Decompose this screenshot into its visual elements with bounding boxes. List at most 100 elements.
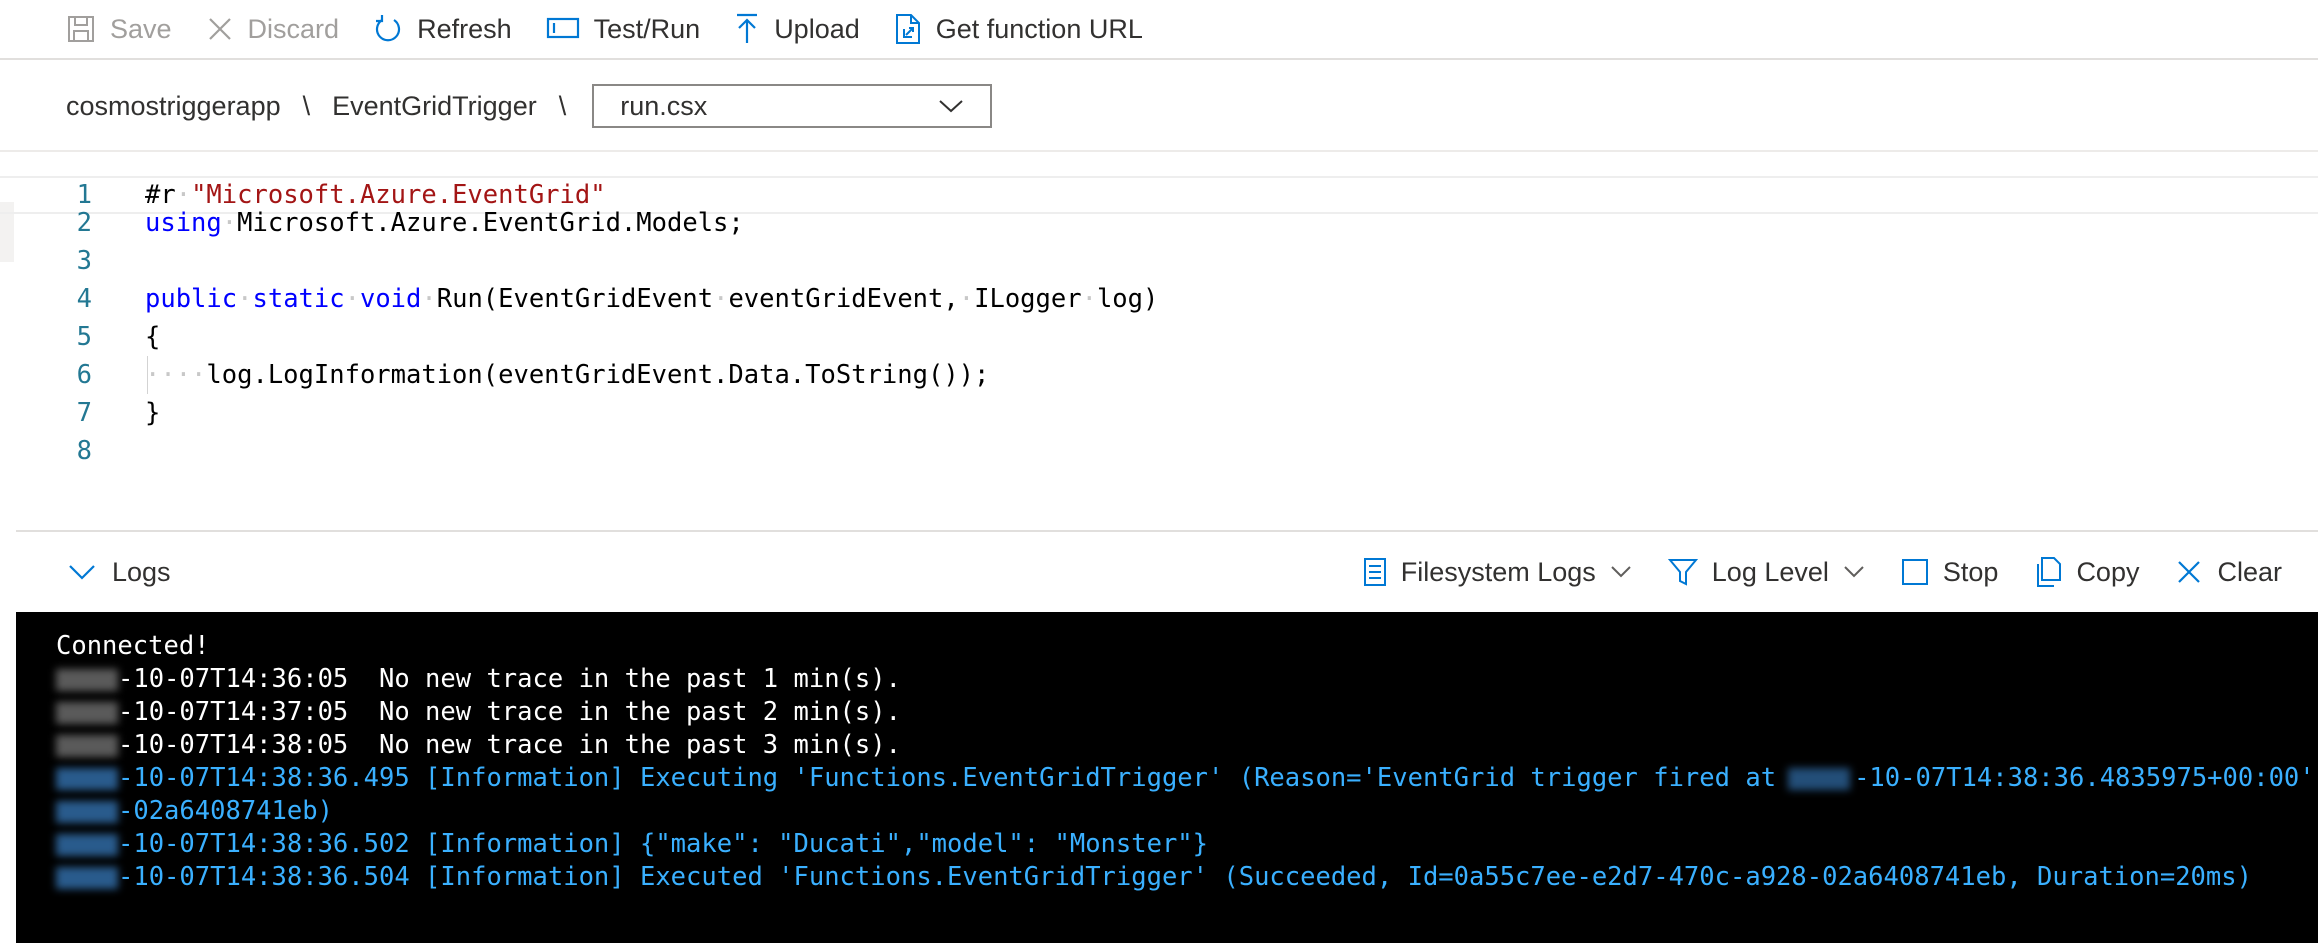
console-connected: Connected!	[56, 631, 210, 661]
code-line: 4 public·static·void·Run(EventGridEvent·…	[0, 280, 2318, 318]
chevron-down-icon	[1844, 566, 1864, 578]
save-button[interactable]: Save	[66, 7, 172, 51]
code-line: 7 }	[0, 394, 2318, 432]
console-line: -10-07T14:38:36.502 [Information] {"make…	[56, 828, 1208, 861]
copy-button[interactable]: Copy	[2034, 556, 2139, 588]
filesystem-logs-label: Filesystem Logs	[1400, 556, 1596, 587]
code-line: 8	[0, 432, 2318, 470]
copy-label: Copy	[2076, 556, 2140, 587]
code-token: Microsoft.Azure.EventGrid.Models;	[237, 208, 744, 238]
close-icon	[208, 18, 231, 40]
console-line-text: -10-07T14:38:36.4835975+00:00'	[1854, 763, 2315, 793]
console-line-text: -10-07T14:38:05 No new trace in the past…	[118, 730, 901, 760]
stop-label: Stop	[1942, 556, 1999, 587]
log-console[interactable]: Connected! -10-07T14:36:05 No new trace …	[16, 612, 2318, 943]
line-number: 7	[76, 398, 92, 428]
code-token: Run(EventGridEvent	[436, 284, 714, 314]
code-line: 6 ····log.LogInformation(eventGridEvent.…	[0, 356, 2318, 394]
console-line-text: -10-07T14:37:05 No new trace in the past…	[118, 697, 901, 727]
whitespace-dots: ····	[145, 360, 207, 390]
chevron-down-icon	[939, 100, 963, 113]
code-keyword: using	[145, 208, 222, 238]
breadcrumb-app[interactable]: cosmostriggerapp	[66, 91, 281, 122]
whitespace-dot: ·	[221, 208, 238, 238]
breadcrumb-separator: \	[302, 90, 311, 121]
redacted-year	[56, 702, 118, 724]
list-document-icon	[1363, 558, 1386, 586]
line-number: 6	[76, 360, 92, 390]
code-token: log.LogInformation(eventGridEvent.Data.T…	[206, 360, 990, 390]
redacted-year	[56, 735, 118, 757]
close-icon	[2178, 561, 2201, 583]
test-run-label: Test/Run	[593, 13, 701, 44]
link-document-icon	[895, 14, 920, 44]
save-icon	[68, 16, 94, 42]
console-line-text: -02a6408741eb)	[118, 796, 333, 826]
stop-icon	[1901, 559, 1928, 585]
chevron-down-icon	[1611, 566, 1631, 578]
code-token: log)	[1096, 284, 1159, 314]
stop-button[interactable]: Stop	[1901, 556, 1999, 588]
code-token: ILogger	[974, 284, 1082, 314]
line-number: 8	[76, 436, 92, 466]
upload-label: Upload	[774, 13, 860, 44]
code-text: ····log.LogInformation(eventGridEvent.Da…	[145, 356, 989, 394]
redacted-year	[56, 867, 118, 889]
upload-button[interactable]: Upload	[734, 7, 860, 51]
log-level-dropdown[interactable]: Log Level	[1667, 556, 1865, 588]
code-keyword: void	[359, 284, 422, 314]
code-token: eventGridEvent,	[728, 284, 959, 314]
code-line: 3	[0, 242, 2318, 280]
console-line-text: -10-07T14:36:05 No new trace in the past…	[118, 664, 901, 694]
logs-panel-header: Logs Filesystem Logs Log Level Stop Copy…	[16, 530, 2318, 612]
code-text: }	[145, 398, 161, 428]
redacted-year	[1788, 768, 1851, 790]
code-line: 5 {	[0, 318, 2318, 356]
console-line: -02a6408741eb)	[56, 795, 333, 828]
breadcrumb-separator: \	[558, 90, 567, 121]
get-function-url-button[interactable]: Get function URL	[894, 7, 1143, 51]
breadcrumb-function[interactable]: EventGridTrigger	[332, 91, 537, 122]
filesystem-logs-dropdown[interactable]: Filesystem Logs	[1363, 557, 1632, 588]
console-line-text: -10-07T14:38:36.504 [Information] Execut…	[118, 862, 2252, 892]
log-level-label: Log Level	[1711, 556, 1829, 587]
code-line: 2 using·Microsoft.Azure.EventGrid.Models…	[0, 204, 2318, 242]
line-number: 4	[76, 284, 92, 314]
refresh-icon	[375, 15, 401, 42]
filter-icon	[1667, 559, 1698, 586]
console-line: -10-07T14:38:05 No new trace in the past…	[56, 729, 901, 762]
file-dropdown-value: run.csx	[620, 90, 708, 121]
logs-title: Logs	[112, 556, 171, 587]
logs-actions: Filesystem Logs Log Level Stop Copy Clea…	[1327, 556, 2282, 588]
console-line-text: -10-07T14:38:36.495 [Information] Execut…	[118, 763, 1777, 793]
refresh-button[interactable]: Refresh	[373, 7, 512, 51]
whitespace-dot: ·	[1081, 284, 1097, 314]
redacted-year	[56, 834, 118, 856]
whitespace-dot: ·	[958, 284, 975, 314]
whitespace-dot: ·	[713, 284, 729, 314]
console-line: -10-07T14:36:05 No new trace in the past…	[56, 663, 901, 696]
code-text: public·static·void·Run(EventGridEvent·ev…	[145, 280, 1158, 318]
whitespace-dot: ·	[421, 284, 437, 314]
discard-button[interactable]: Discard	[206, 7, 340, 51]
code-text: using·Microsoft.Azure.EventGrid.Models;	[145, 204, 744, 242]
logs-collapse-toggle[interactable]: Logs	[68, 557, 171, 588]
get-function-url-label: Get function URL	[935, 13, 1143, 44]
clear-button[interactable]: Clear	[2175, 557, 2282, 588]
line-number: 2	[76, 208, 92, 238]
whitespace-dot: ·	[344, 284, 360, 314]
redacted-id	[56, 801, 118, 823]
file-dropdown[interactable]: run.csx	[592, 84, 993, 128]
discard-label: Discard	[247, 13, 340, 44]
console-line-text: -10-07T14:38:36.502 [Information] {"make…	[118, 829, 1209, 859]
save-label: Save	[110, 13, 172, 44]
chevron-down-icon	[69, 565, 95, 580]
redacted-year	[56, 768, 118, 790]
test-run-button[interactable]: Test/Run	[546, 7, 701, 51]
upload-icon	[737, 13, 758, 43]
console-line: -10-07T14:37:05 No new trace in the past…	[56, 696, 901, 729]
line-number: 5	[76, 322, 92, 352]
clear-label: Clear	[2217, 556, 2282, 587]
code-editor[interactable]: 1 #r·"Microsoft.Azure.EventGrid" 2 using…	[0, 166, 2318, 530]
test-run-icon	[546, 17, 579, 39]
